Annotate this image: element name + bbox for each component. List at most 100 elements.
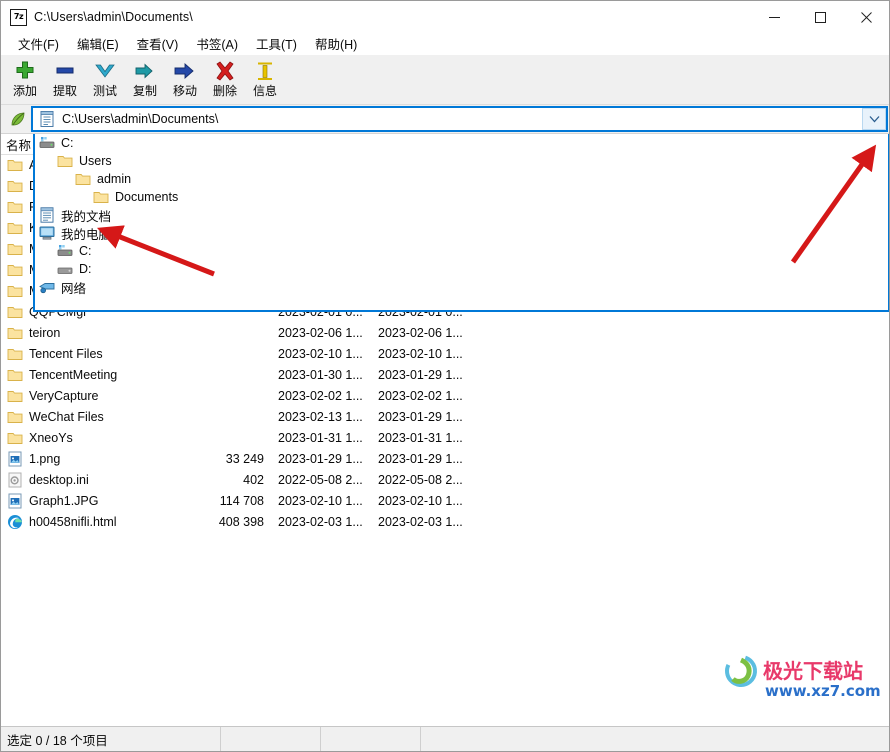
toolbar: 添加 提取 测试 复制 移动 删除 信息 — [1, 55, 889, 105]
dropdown-item-label: 网络 — [61, 281, 87, 296]
menu-view[interactable]: 查看(V) — [128, 32, 188, 56]
folder-icon — [7, 327, 23, 339]
file-modified-cell: 2023-01-31 1... — [278, 430, 363, 445]
table-row[interactable]: desktop.ini 402 2022-05-08 2... 2022-05-08 … — [1, 469, 889, 490]
info-label: 信息 — [252, 84, 277, 98]
folder-icon — [7, 243, 23, 255]
delete-label: 删除 — [212, 84, 237, 98]
7z-icon: 7z — [10, 8, 27, 26]
folder-icon — [7, 180, 23, 192]
file-created-cell: 2023-01-31 1... — [378, 430, 463, 445]
address-input[interactable]: C:\Users\admin\Documents\ — [62, 112, 218, 126]
image-file-icon — [8, 493, 22, 508]
dropdown-item-label: C: — [61, 136, 74, 150]
maximize-icon[interactable] — [797, 1, 843, 33]
seven-zip-window: 7z C:\Users\admin\Documents\ 文件(F) 编辑(E)… — [0, 0, 890, 752]
file-modified-cell: 2023-02-13 1... — [278, 409, 363, 424]
file-modified-cell: 2023-02-10 1... — [278, 493, 363, 508]
watermark-text-url: www.xz7.com — [765, 682, 881, 700]
status-cell-3 — [321, 727, 421, 751]
extract-label: 提取 — [52, 84, 77, 98]
address-dropdown-button[interactable] — [862, 108, 886, 130]
minimize-icon[interactable] — [751, 1, 797, 33]
menu-help[interactable]: 帮助(H) — [306, 32, 366, 56]
file-name-cell: TencentMeeting — [1, 367, 171, 383]
network-icon — [39, 283, 55, 294]
file-created-cell: 2023-02-10 1... — [378, 493, 463, 508]
file-modified-cell: 2023-02-03 1... — [278, 514, 363, 529]
table-row[interactable]: Tencent Files 2023-02-10 1... 2023-02-10 1… — [1, 343, 889, 364]
file-name-cell: Tencent Files — [1, 346, 171, 362]
file-name-label: teiron — [29, 325, 61, 340]
move-label: 移动 — [172, 84, 197, 98]
table-row[interactable]: teiron 2023-02-06 1... 2023-02-06 1... — [1, 322, 889, 343]
folder-icon — [7, 369, 23, 381]
folder-icon — [7, 201, 23, 213]
dropdown-item-8[interactable]: 网络 — [35, 278, 888, 296]
table-row[interactable]: VeryCapture 2023-02-02 1... 2023-02-02 1..… — [1, 385, 889, 406]
menu-tools[interactable]: 工具(T) — [247, 32, 306, 56]
leaf-icon — [5, 106, 31, 132]
info-button[interactable]: 信息 — [245, 57, 285, 102]
file-name-cell: teiron — [1, 325, 171, 341]
address-dropdown-panel[interactable]: C: Users admin Documents 我的文档 我的电脑 C: D: 网络 — [33, 134, 889, 312]
file-created-cell: 2023-01-29 1... — [378, 451, 463, 466]
file-name-cell: h00458nifli.html — [1, 514, 171, 530]
edge-file-icon — [8, 514, 22, 529]
file-size-cell: 402 — [243, 472, 264, 487]
file-name-label: h00458nifli.html — [29, 514, 117, 529]
file-modified-cell: 2023-02-02 1... — [278, 388, 363, 403]
file-created-cell: 2022-05-08 2... — [378, 472, 463, 487]
chevron-down-icon — [94, 59, 116, 83]
dropdown-item-label: 我的文档 — [61, 209, 112, 224]
dropdown-item-6[interactable]: C: — [35, 242, 888, 260]
watermark-text-cn: 极光下载站 — [763, 659, 863, 683]
dropdown-item-5[interactable]: 我的电脑 — [35, 224, 888, 242]
menu-edit[interactable]: 编辑(E) — [68, 32, 128, 56]
file-modified-cell: 2022-05-08 2... — [278, 472, 363, 487]
menu-bar: 文件(F) 编辑(E) 查看(V) 书签(A) 工具(T) 帮助(H) — [1, 33, 889, 55]
table-row[interactable]: WeChat Files 2023-02-13 1... 2023-01-29 1.… — [1, 406, 889, 427]
table-row[interactable]: TencentMeeting 2023-01-30 1... 2023-01-29 … — [1, 364, 889, 385]
dropdown-item-7[interactable]: D: — [35, 260, 888, 278]
table-row[interactable]: 1.png 33 249 2023-01-29 1... 2023-01-29 1..… — [1, 448, 889, 469]
folder-icon — [7, 159, 23, 171]
folder-icon — [7, 222, 23, 234]
status-bar: 选定 0 / 18 个项目 — [1, 726, 889, 751]
file-name-label: XneoYs — [29, 430, 73, 445]
delete-button[interactable]: 删除 — [205, 57, 245, 102]
dropdown-item-4[interactable]: 我的文档 — [35, 206, 888, 224]
test-button[interactable]: 测试 — [85, 57, 125, 102]
dropdown-item-label: Documents — [115, 190, 179, 204]
dropdown-item-0[interactable]: C: — [35, 134, 888, 152]
arrow-right-small-icon — [134, 59, 156, 83]
add-button[interactable]: 添加 — [5, 57, 45, 102]
file-modified-cell: 2023-02-10 1... — [278, 346, 363, 361]
menu-file[interactable]: 文件(F) — [9, 32, 68, 56]
close-icon[interactable] — [843, 1, 889, 33]
table-row[interactable]: Graph1.JPG 114 708 2023-02-10 1... 2023-02-… — [1, 490, 889, 511]
folder-icon — [7, 432, 23, 444]
dropdown-item-1[interactable]: Users — [35, 152, 888, 170]
table-row[interactable]: h00458nifli.html 408 398 2023-02-03 1... 20… — [1, 511, 889, 532]
file-name-cell: XneoYs — [1, 430, 171, 446]
file-name-label: TencentMeeting — [29, 367, 118, 382]
menu-bookmark[interactable]: 书签(A) — [187, 32, 247, 56]
address-input-box[interactable]: C:\Users\admin\Documents\ — [31, 106, 888, 132]
status-selection: 选定 0 / 18 个项目 — [1, 727, 221, 751]
info-icon — [254, 59, 276, 83]
cross-icon — [214, 59, 236, 83]
table-row[interactable]: XneoYs 2023-01-31 1... 2023-01-31 1... — [1, 427, 889, 448]
dropdown-item-label: 我的电脑 — [61, 227, 112, 242]
dropdown-item-2[interactable]: admin — [35, 170, 888, 188]
copy-button[interactable]: 复制 — [125, 57, 165, 102]
move-button[interactable]: 移动 — [165, 57, 205, 102]
file-name-label: WeChat Files — [29, 409, 104, 424]
folder-icon — [7, 264, 23, 276]
file-created-cell: 2023-01-29 1... — [378, 409, 463, 424]
file-name-cell: desktop.ini — [1, 472, 171, 488]
file-name-cell: 1.png — [1, 451, 171, 467]
document-icon — [40, 207, 54, 223]
extract-button[interactable]: 提取 — [45, 57, 85, 102]
dropdown-item-3[interactable]: Documents — [35, 188, 888, 206]
